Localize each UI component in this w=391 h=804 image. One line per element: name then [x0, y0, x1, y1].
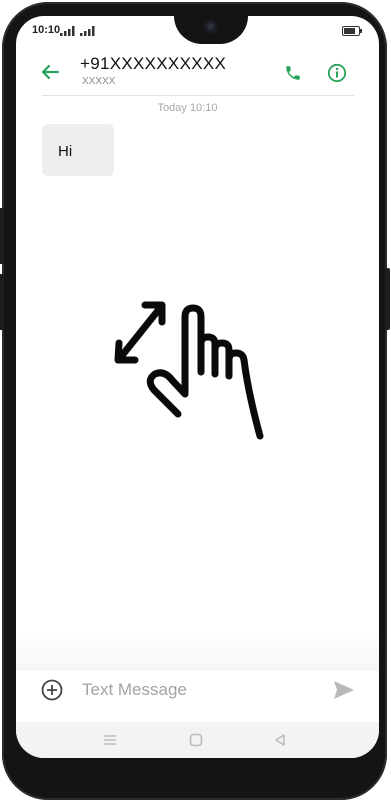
contact-subtitle: XXXXX — [82, 76, 116, 87]
status-time: 10:10 — [32, 24, 61, 36]
signal-1-icon — [60, 26, 75, 36]
conversation-header: +91XXXXXXXXXX XXXXX — [16, 50, 379, 94]
phone-icon[interactable] — [280, 60, 306, 86]
side-button — [385, 268, 390, 330]
arrow-left-icon[interactable] — [36, 58, 64, 86]
front-camera — [204, 20, 217, 33]
navigation-bar — [16, 722, 379, 758]
message-composer — [16, 671, 379, 709]
contact-number: +91XXXXXXXXXX — [80, 54, 227, 73]
bottom-fade — [16, 631, 379, 671]
signal-2-icon — [80, 26, 95, 36]
send-icon[interactable] — [332, 679, 356, 701]
power-button — [0, 274, 4, 330]
battery-icon — [342, 26, 362, 36]
header-divider — [42, 95, 354, 96]
battery-fill — [344, 28, 355, 34]
screenshot-page: 10:10 +91XXXXXXXXXX XXXXX Today 10:10 Hi… — [0, 0, 391, 804]
phone-frame: 10:10 +91XXXXXXXXXX XXXXX Today 10:10 Hi… — [0, 2, 390, 800]
screen: 10:10 +91XXXXXXXXXX XXXXX Today 10:10 Hi… — [16, 16, 379, 758]
message-bubble[interactable]: Hi — [42, 124, 114, 176]
message-text: Hi — [58, 143, 73, 160]
message-input[interactable] — [82, 675, 312, 705]
info-icon[interactable] — [324, 60, 350, 86]
menu-icon[interactable] — [100, 730, 120, 750]
back-triangle-icon[interactable] — [270, 730, 290, 750]
pinch-zoom-hand-icon — [114, 301, 264, 440]
home-icon[interactable] — [186, 730, 206, 750]
volume-button — [0, 208, 4, 264]
date-stamp: Today 10:10 — [157, 102, 218, 114]
add-circle-icon[interactable] — [40, 678, 64, 702]
